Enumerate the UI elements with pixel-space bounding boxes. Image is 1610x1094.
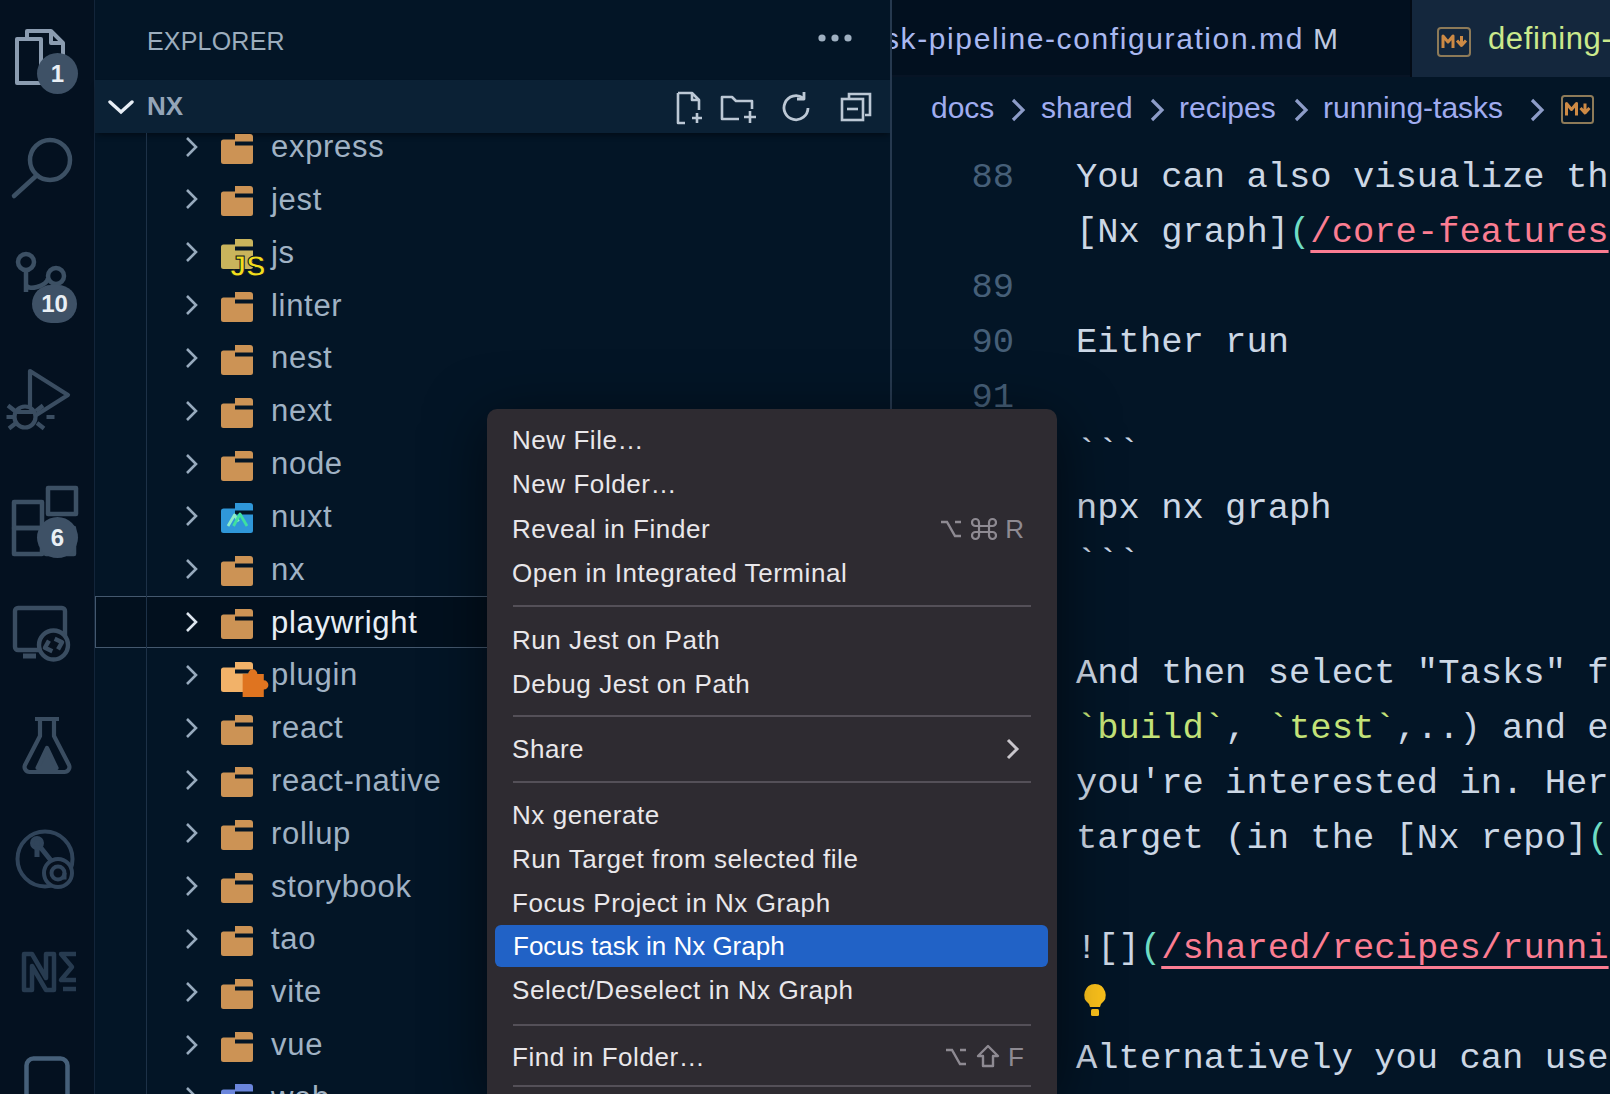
svg-text:JS: JS — [230, 250, 265, 282]
